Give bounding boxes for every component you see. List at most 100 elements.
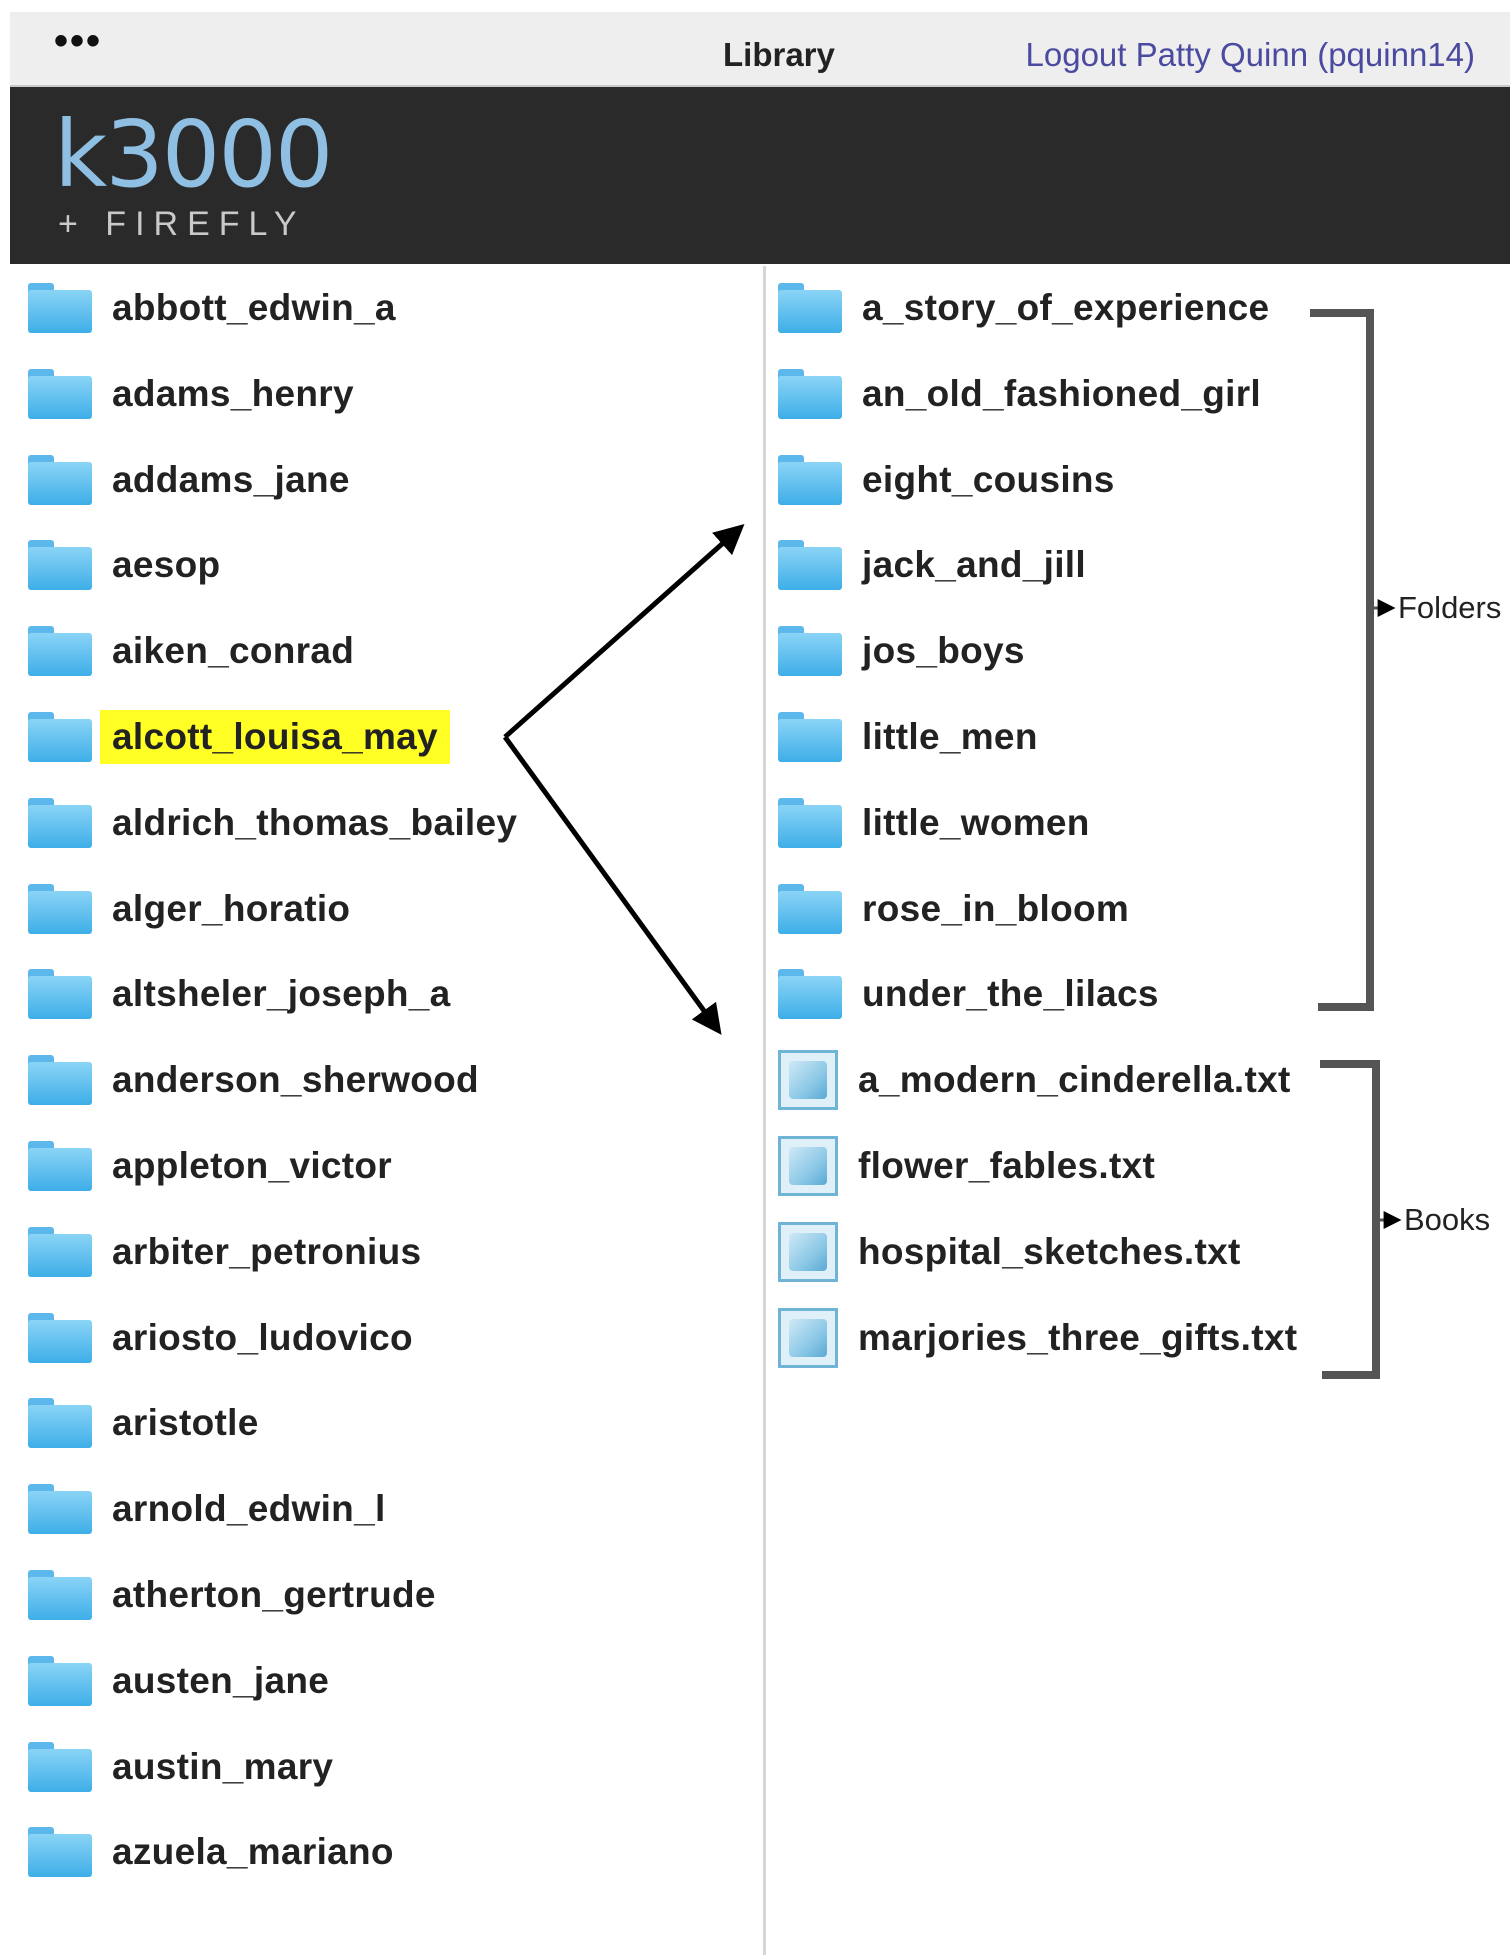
- folder-icon: [28, 883, 92, 934]
- arrow-up: [503, 524, 745, 739]
- folder-icon: [28, 368, 92, 419]
- item-label: aesop: [112, 544, 221, 586]
- author-folder[interactable]: addams_jane: [28, 450, 350, 510]
- folder-icon: [28, 626, 92, 677]
- item-label: an_old_fashioned_girl: [862, 372, 1261, 414]
- author-folder[interactable]: arbiter_petronius: [28, 1222, 421, 1282]
- books-annotation-label: Books: [1404, 1202, 1491, 1237]
- folders-annotation-label: Folders: [1398, 590, 1502, 625]
- folder-icon: [778, 283, 842, 333]
- item-label: alcott_louisa_may: [100, 710, 450, 764]
- author-folder[interactable]: austin_mary: [28, 1737, 333, 1797]
- folder-icon: [28, 969, 92, 1020]
- item-label: azuela_mariano: [112, 1831, 394, 1873]
- subfolder-item[interactable]: jack_and_jill: [778, 535, 1086, 595]
- item-label: a_story_of_experience: [862, 287, 1270, 328]
- item-label: addams_jane: [112, 458, 350, 500]
- item-label: austen_jane: [112, 1659, 330, 1701]
- book-item[interactable]: marjories_three_gifts.txt: [778, 1307, 1298, 1368]
- author-folder[interactable]: aristotle: [28, 1393, 259, 1453]
- item-label: hospital_sketches.txt: [858, 1230, 1241, 1272]
- author-folder[interactable]: atherton_gertrude: [28, 1565, 436, 1625]
- author-folder[interactable]: abbott_edwin_a: [28, 278, 396, 338]
- author-folder[interactable]: altsheler_joseph_a: [28, 964, 451, 1024]
- book-item[interactable]: a_modern_cinderella.txt: [778, 1050, 1291, 1111]
- subfolder-item[interactable]: a_story_of_experience: [778, 278, 1269, 338]
- author-folder[interactable]: adams_henry: [28, 364, 354, 424]
- folder-icon: [778, 368, 842, 419]
- author-folder[interactable]: appleton_victor: [28, 1136, 392, 1196]
- item-label: anderson_sherwood: [112, 1059, 479, 1101]
- item-label: eight_cousins: [862, 458, 1115, 500]
- folder-icon: [778, 540, 842, 591]
- item-label: adams_henry: [112, 372, 354, 414]
- item-label: a_modern_cinderella.txt: [858, 1059, 1291, 1101]
- author-folder[interactable]: alger_horatio: [28, 879, 350, 939]
- folder-icon: [28, 1055, 92, 1106]
- folder-icon: [778, 626, 842, 677]
- book-file-icon: [778, 1307, 838, 1368]
- folder-icon: [28, 1398, 92, 1449]
- folder-icon: [778, 712, 842, 762]
- logo-firefly: + FIREFLY: [58, 205, 306, 243]
- author-folder[interactable]: azuela_mariano: [28, 1822, 394, 1882]
- folder-icon: [28, 1570, 92, 1620]
- subfolder-item[interactable]: eight_cousins: [778, 450, 1115, 510]
- item-label: ariosto_ludovico: [112, 1316, 413, 1358]
- author-folder[interactable]: aiken_conrad: [28, 621, 354, 681]
- folder-icon: [28, 1484, 92, 1535]
- item-label: appleton_victor: [112, 1145, 392, 1186]
- logout-link[interactable]: Logout Patty Quinn (pquinn14): [1026, 36, 1475, 74]
- author-folder[interactable]: austen_jane: [28, 1651, 329, 1711]
- book-file-icon: [778, 1136, 838, 1196]
- item-label: aldrich_thomas_bailey: [112, 801, 518, 843]
- author-folder[interactable]: aesop: [28, 535, 220, 595]
- folder-icon: [28, 283, 92, 333]
- author-folder-selected[interactable]: alcott_louisa_may: [28, 707, 450, 767]
- item-label: aiken_conrad: [112, 630, 355, 672]
- item-label: arbiter_petronius: [112, 1230, 422, 1272]
- folder-icon: [28, 1141, 92, 1191]
- item-label: atherton_gertrude: [112, 1574, 436, 1615]
- subfolder-item[interactable]: little_men: [778, 707, 1038, 767]
- books-bracket: [1320, 1060, 1380, 1379]
- author-folder[interactable]: aldrich_thomas_bailey: [28, 793, 517, 853]
- folder-icon: [28, 1226, 92, 1277]
- more-options-icon[interactable]: •••: [54, 21, 102, 61]
- item-label: marjories_three_gifts.txt: [858, 1316, 1298, 1358]
- item-label: altsheler_joseph_a: [112, 973, 451, 1015]
- item-label: under_the_lilacs: [862, 973, 1159, 1015]
- author-folder[interactable]: arnold_edwin_l: [28, 1479, 386, 1539]
- author-folder[interactable]: anderson_sherwood: [28, 1050, 479, 1110]
- folder-icon: [28, 712, 92, 762]
- book-item[interactable]: hospital_sketches.txt: [778, 1221, 1241, 1282]
- folder-icon: [778, 969, 842, 1020]
- item-label: rose_in_bloom: [862, 887, 1130, 929]
- author-folder[interactable]: ariosto_ludovico: [28, 1308, 413, 1368]
- brand-banner: k3000 + FIREFLY: [10, 87, 1510, 264]
- item-label: jos_boys: [862, 630, 1025, 672]
- folder-icon: [28, 1741, 92, 1792]
- folder-icon: [28, 797, 92, 848]
- item-label: jack_and_jill: [862, 544, 1086, 586]
- item-label: austin_mary: [112, 1745, 334, 1787]
- book-item[interactable]: flower_fables.txt: [778, 1136, 1155, 1196]
- item-label: arnold_edwin_l: [112, 1488, 386, 1530]
- folder-icon: [778, 454, 842, 505]
- item-label: little_men: [862, 716, 1038, 757]
- subfolder-item[interactable]: jos_boys: [778, 621, 1025, 681]
- subfolder-item[interactable]: an_old_fashioned_girl: [778, 364, 1261, 424]
- folder-icon: [28, 454, 92, 505]
- folder-icon: [778, 797, 842, 848]
- arrow-down: [502, 735, 722, 1035]
- folder-icon: [28, 1827, 92, 1878]
- subfolder-item[interactable]: rose_in_bloom: [778, 879, 1129, 939]
- item-label: aristotle: [112, 1402, 259, 1444]
- folders-bracket: [1310, 309, 1374, 1011]
- folder-icon: [778, 883, 842, 934]
- book-file-icon: [778, 1221, 838, 1282]
- item-label: little_women: [862, 801, 1090, 843]
- subfolder-item[interactable]: under_the_lilacs: [778, 964, 1159, 1024]
- subfolder-item[interactable]: little_women: [778, 793, 1090, 853]
- folder-icon: [28, 1312, 92, 1363]
